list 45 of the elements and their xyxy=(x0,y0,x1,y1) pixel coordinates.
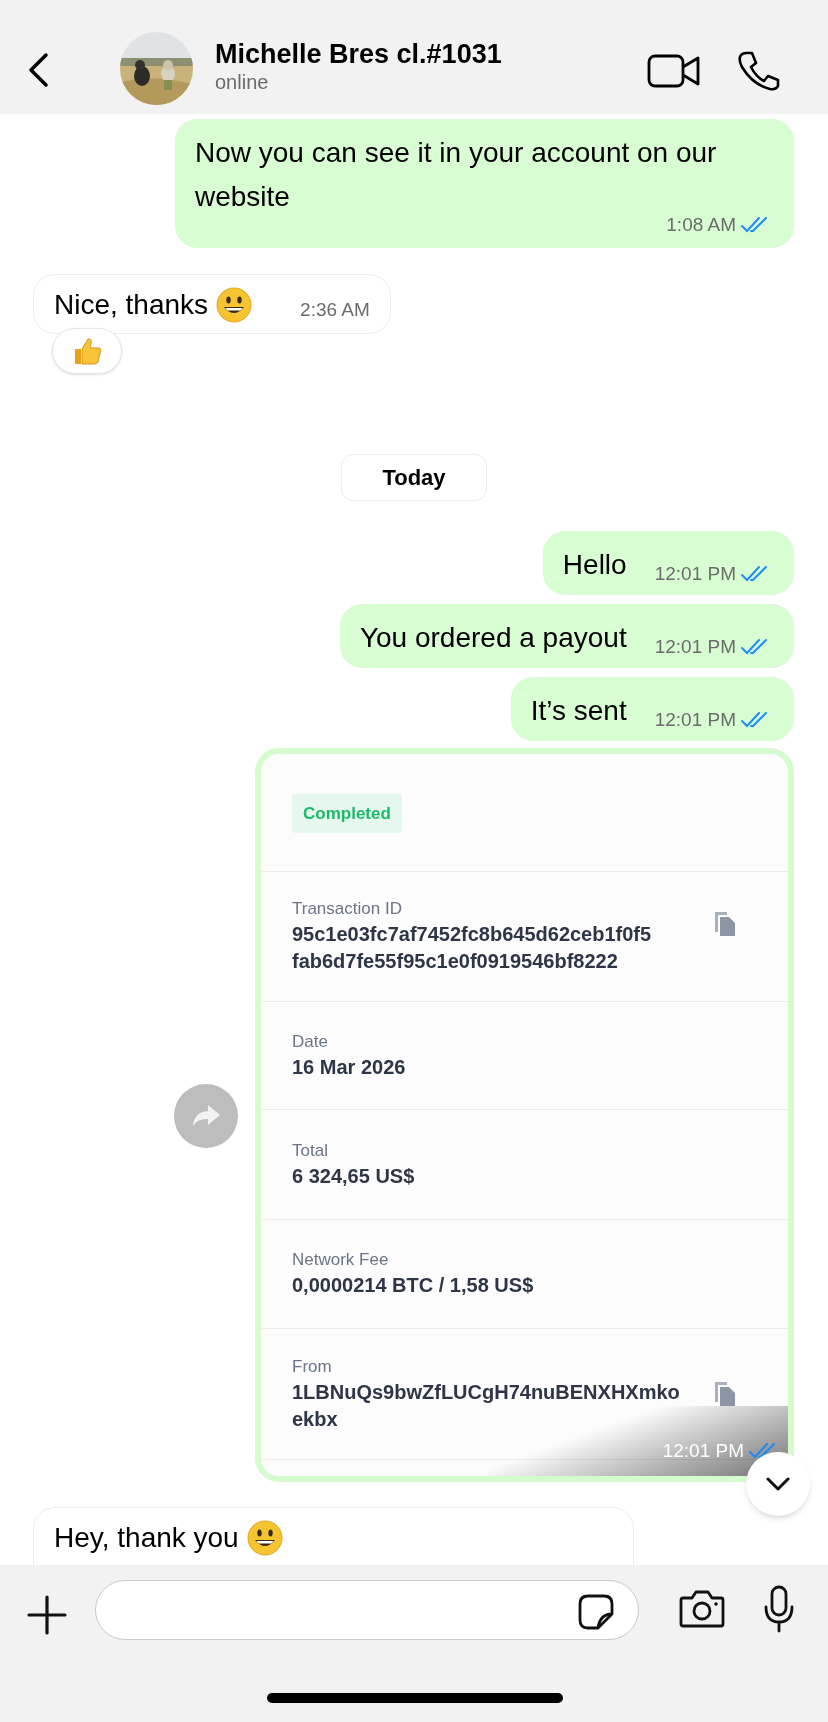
message-text: You ordered a payout xyxy=(359,620,627,655)
field-value: 0,0000214 BTC / 1,58 US$ xyxy=(292,1273,535,1298)
share-arrow-icon xyxy=(191,1103,221,1128)
phone-icon[interactable] xyxy=(737,51,780,91)
message-bubble[interactable]: Now you can see it in your account on our website 1:08 AM xyxy=(175,119,794,248)
message-text: Now you can see it in your account on our website xyxy=(195,136,718,214)
message-time: 12:01 PM xyxy=(654,635,736,659)
field-label: Network Fee xyxy=(292,1249,390,1271)
plus-icon[interactable] xyxy=(27,1595,67,1635)
message-time: 12:01 PM xyxy=(654,562,736,586)
message-time: 2:36 AM xyxy=(300,298,370,322)
date-divider: Today xyxy=(341,453,487,501)
field-label: From xyxy=(292,1355,333,1378)
copy-icon[interactable] xyxy=(713,909,737,938)
chevron-down-icon xyxy=(766,1477,790,1491)
message-time: 12:01 PM xyxy=(654,708,736,732)
field-value: 6 324,65 US$ xyxy=(292,1163,416,1189)
field-label: Transaction ID xyxy=(292,898,403,920)
message-time: 12:01 PM xyxy=(662,1439,744,1463)
message-bubble[interactable]: It’s sent 12:01 PM xyxy=(510,676,794,741)
field-value: 1LBNuQs9bwZfLUCgH74nuBENXHXmko ekbx xyxy=(292,1379,681,1432)
transaction-card[interactable] xyxy=(255,747,794,1482)
scroll-down-button[interactable] xyxy=(746,1452,810,1516)
field-label: Date xyxy=(292,1030,329,1053)
message-text: Hello xyxy=(562,547,627,582)
field-value: 95c1e03fc7af7452fc8b645d62ceb1f0f5 fab6d7fe55f95c1e0f0919546bf8222 xyxy=(292,922,653,974)
message-time: 1:08 AM xyxy=(666,213,736,237)
video-call-icon[interactable] xyxy=(647,54,701,88)
status-badge: Completed xyxy=(292,793,402,834)
message-bubble[interactable]: Hello 12:01 PM xyxy=(542,530,794,595)
contact-status: online xyxy=(215,70,270,94)
field-label: Total xyxy=(292,1139,329,1162)
message-bubble[interactable]: Nice, thanks 2:36 AM xyxy=(33,273,391,334)
message-text: Nice, thanks xyxy=(54,287,209,322)
copy-icon[interactable] xyxy=(713,1379,737,1408)
back-icon[interactable] xyxy=(26,52,50,88)
sticker-icon[interactable] xyxy=(578,1594,614,1630)
message-text: Hey, thank you xyxy=(54,1520,239,1555)
message-bubble[interactable]: You ordered a payout 12:01 PM xyxy=(339,603,794,668)
camera-icon[interactable] xyxy=(679,1590,725,1628)
message-bubble[interactable]: Hey, thank you xyxy=(33,1506,634,1565)
contact-name[interactable]: Michelle Bres cl.#1031 xyxy=(215,38,502,70)
microphone-icon[interactable] xyxy=(763,1585,795,1633)
field-value: 16 Mar 2026 xyxy=(292,1054,407,1080)
message-text: It’s sent xyxy=(530,693,627,728)
